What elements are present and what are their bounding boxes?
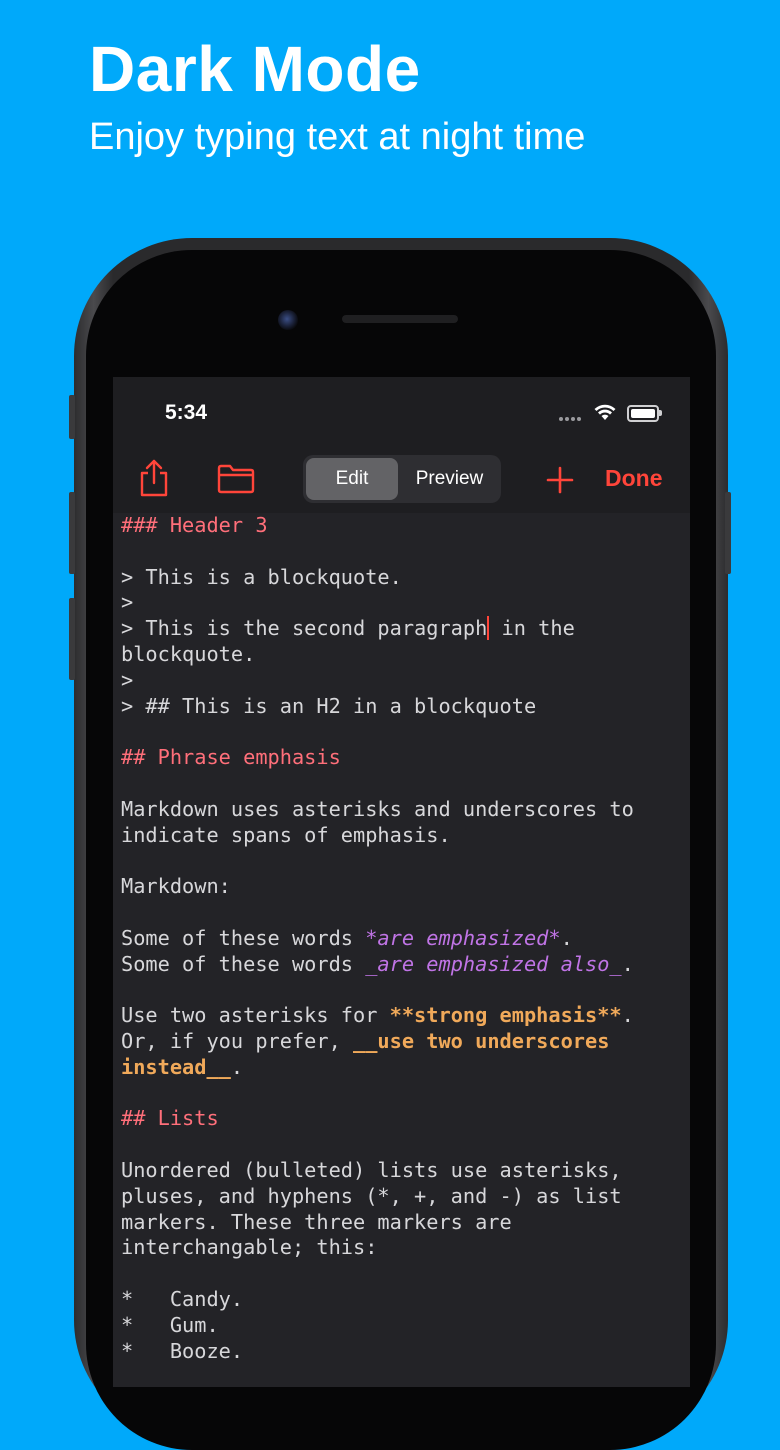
- emphasis-text: *are emphasized*: [365, 925, 561, 950]
- editor-line: Some of these words *are emphasized*.: [121, 926, 686, 952]
- editor-line: ### Header 3: [121, 513, 268, 537]
- editor-line: Use two asterisks for **strong emphasis*…: [121, 1003, 686, 1029]
- line-text: Or, if you prefer,: [121, 1028, 353, 1053]
- editor-line: markers. These three markers are: [121, 1209, 512, 1234]
- line-text: in the: [489, 616, 575, 641]
- segment-preview[interactable]: Preview: [401, 458, 498, 500]
- promo-subtitle: Enjoy typing text at night time: [89, 116, 586, 158]
- editor-line: Markdown:: [121, 874, 231, 899]
- editor-line: >: [121, 590, 134, 615]
- battery-icon: [627, 405, 659, 422]
- editor-line: > This is a blockquote.: [121, 564, 402, 589]
- line-text: Some of these words: [121, 925, 366, 950]
- editor-line: >: [121, 667, 134, 692]
- line-text: .: [621, 951, 634, 976]
- editor-line: Unordered (bulleted) lists use asterisks…: [121, 1157, 622, 1182]
- editor-line: blockquote.: [121, 641, 256, 666]
- editor-line: pluses, and hyphens (*, +, and -) as lis…: [121, 1183, 622, 1208]
- editor-line: * Gum.: [121, 1312, 219, 1337]
- editor-line: Markdown uses asterisks and underscores …: [121, 796, 634, 821]
- earpiece-speaker: [342, 315, 458, 323]
- plus-icon[interactable]: [546, 466, 574, 494]
- folder-icon[interactable]: [217, 464, 255, 494]
- line-text: .: [621, 1003, 634, 1028]
- segment-edit[interactable]: Edit: [306, 458, 398, 500]
- volume-up-button: [69, 492, 75, 574]
- editor-line: * Booze.: [121, 1338, 244, 1363]
- share-icon[interactable]: [138, 459, 170, 497]
- line-text: .: [560, 925, 573, 950]
- status-bar: 5:34: [113, 377, 690, 447]
- editor-line: Or, if you prefer, __use two underscores: [121, 1029, 686, 1055]
- line-text: Some of these words: [121, 951, 366, 976]
- editor-line: * Candy.: [121, 1286, 244, 1311]
- editor-line: interchangable; this:: [121, 1235, 378, 1260]
- edit-preview-segmented-control: Edit Preview: [303, 455, 501, 503]
- status-time: 5:34: [165, 401, 208, 424]
- wifi-icon: [594, 404, 616, 420]
- front-camera: [278, 310, 298, 330]
- line-text: > This is the second paragraph: [121, 616, 488, 641]
- line-text: .: [230, 1054, 244, 1079]
- markdown-editor[interactable]: ### Header 3 > This is a blockquote. > >…: [121, 513, 686, 1364]
- editor-line: ## Phrase emphasis: [121, 745, 341, 770]
- promo-title: Dark Mode: [89, 33, 421, 105]
- phone-screen: 5:34 Edit Preview Done ### Header 3 > Th…: [113, 377, 690, 1387]
- done-button[interactable]: Done: [605, 465, 663, 492]
- cellular-signal-icon: [559, 417, 585, 423]
- strong-text: **strong emphasis**: [389, 1003, 622, 1028]
- editor-line: Some of these words _are emphasized also…: [121, 952, 686, 978]
- volume-down-button: [69, 598, 75, 680]
- mute-switch: [69, 395, 75, 439]
- battery-tip: [659, 410, 662, 416]
- editor-line: > ## This is an H2 in a blockquote: [121, 693, 537, 718]
- editor-line: > This is the second paragraph in the: [121, 616, 686, 642]
- line-text: Use two asterisks for: [121, 1003, 390, 1028]
- editor-line: instead__.: [121, 1055, 686, 1081]
- editor-line: ## Lists: [121, 1106, 219, 1131]
- strong-text: instead__: [121, 1054, 231, 1079]
- emphasis-text: _are emphasized also_: [365, 951, 622, 976]
- power-button: [725, 492, 731, 574]
- strong-text: __use two underscores: [353, 1028, 610, 1053]
- editor-line: indicate spans of emphasis.: [121, 822, 451, 847]
